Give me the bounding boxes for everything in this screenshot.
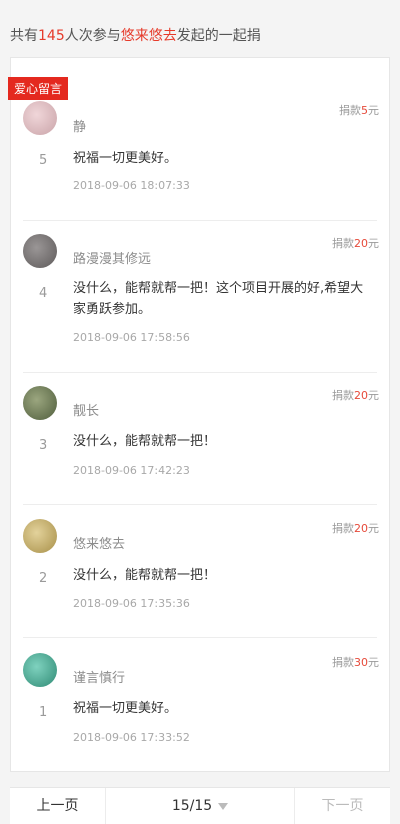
donation-amount: 捐款30元 [332,656,379,669]
pagination: 上一页 15/15 下一页 [10,787,390,824]
timestamp: 2018-09-06 17:33:52 [73,731,190,744]
entry-number: 3 [39,438,48,453]
avatar[interactable] [23,234,57,268]
message-text: 祝福一切更美好。 [73,151,178,166]
donor-name: 路漫漫其修远 [73,252,152,267]
entry-number: 5 [39,153,48,168]
prev-page-button[interactable]: 上一页 [10,788,106,824]
participation-summary: 共有145人次参与悠来悠去发起的一起捐 [10,28,261,44]
organizer-link[interactable]: 悠来悠去 [121,28,177,44]
participant-count: 145 [38,28,65,44]
message-text: 祝福一切更美好。 [73,701,178,716]
timestamp: 2018-09-06 17:58:56 [73,331,190,344]
chevron-down-icon [218,802,229,810]
donor-name: 悠来悠去 [73,537,126,552]
donation-amount: 捐款5元 [339,104,379,117]
entry-number: 4 [39,286,48,301]
divider [23,504,377,505]
timestamp: 2018-09-06 17:35:36 [73,597,190,610]
message-text: 没什么，能帮就帮一把！这个项目开展的好,希望大家勇跃参加。 [73,281,364,317]
donation-amount: 捐款20元 [332,522,379,535]
entry-number: 2 [39,571,48,586]
message-text: 没什么，能帮就帮一把！ [73,434,217,449]
page-selector[interactable]: 15/15 [106,788,295,824]
divider [23,637,377,638]
message-card: 爱心留言 静 捐款5元 5 祝福一切更美好。 2018-09-06 18:07:… [8,57,390,772]
message-text: 没什么，能帮就帮一把！ [73,568,217,583]
donor-name: 谨言慎行 [73,671,126,686]
donation-amount: 捐款20元 [332,237,379,250]
avatar[interactable] [23,519,57,553]
donor-name: 静 [73,120,87,135]
avatar[interactable] [23,101,57,135]
avatar[interactable] [23,386,57,420]
divider [23,372,377,373]
timestamp: 2018-09-06 17:42:23 [73,464,190,477]
avatar[interactable] [23,653,57,687]
divider [23,220,377,221]
donation-amount: 捐款20元 [332,389,379,402]
timestamp: 2018-09-06 18:07:33 [73,179,190,192]
donor-name: 靓长 [73,404,100,419]
next-page-button[interactable]: 下一页 [295,788,390,824]
entry-number: 1 [39,705,48,720]
message-tag: 爱心留言 [8,77,69,100]
